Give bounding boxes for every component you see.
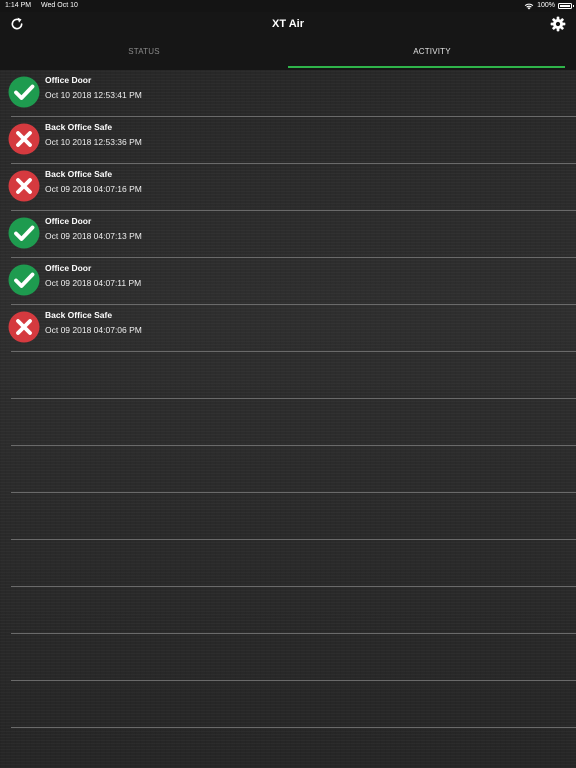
wifi-icon bbox=[524, 3, 534, 9]
list-item[interactable]: Back Office Safe Oct 09 2018 04:07:16 PM bbox=[0, 164, 576, 211]
activity-timestamp: Oct 09 2018 04:07:16 PM bbox=[45, 184, 142, 194]
x-icon bbox=[8, 123, 40, 155]
tab-status[interactable]: STATUS bbox=[0, 38, 288, 70]
activity-timestamp: Oct 10 2018 12:53:36 PM bbox=[45, 137, 142, 147]
app-title: XT Air bbox=[272, 18, 304, 30]
status-bar-left: 1:14 PM Wed Oct 10 bbox=[5, 0, 86, 12]
activity-timestamp: Oct 09 2018 04:07:11 PM bbox=[45, 278, 142, 288]
list-item[interactable]: Back Office Safe Oct 09 2018 04:07:06 PM bbox=[0, 305, 576, 352]
status-bar-right: 100% bbox=[524, 0, 574, 12]
empty-row bbox=[0, 587, 576, 634]
empty-row bbox=[0, 493, 576, 540]
battery-icon bbox=[558, 3, 574, 9]
activity-title: Office Door bbox=[45, 216, 92, 226]
empty-row bbox=[0, 634, 576, 681]
empty-row bbox=[0, 540, 576, 587]
gear-icon[interactable] bbox=[550, 16, 566, 32]
list-item[interactable]: Office Door Oct 09 2018 04:07:11 PM bbox=[0, 258, 576, 305]
activity-timestamp: Oct 10 2018 12:53:41 PM bbox=[45, 90, 142, 100]
activity-list: Office Door Oct 10 2018 12:53:41 PM Back… bbox=[0, 70, 576, 728]
tab-bar: STATUS ACTIVITY bbox=[0, 38, 576, 70]
status-time: 1:14 PM bbox=[5, 2, 32, 9]
battery-percent: 100% bbox=[537, 2, 555, 9]
app-header: XT Air bbox=[0, 12, 576, 38]
activity-title: Back Office Safe bbox=[45, 169, 113, 179]
list-item[interactable]: Office Door Oct 09 2018 04:07:13 PM bbox=[0, 211, 576, 258]
activity-timestamp: Oct 09 2018 04:07:06 PM bbox=[45, 325, 142, 335]
x-icon bbox=[8, 170, 40, 202]
empty-row bbox=[0, 399, 576, 446]
empty-row bbox=[0, 352, 576, 399]
x-icon bbox=[8, 311, 40, 343]
active-tab-indicator bbox=[288, 66, 565, 68]
list-item[interactable]: Back Office Safe Oct 10 2018 12:53:36 PM bbox=[0, 117, 576, 164]
empty-row bbox=[0, 681, 576, 728]
activity-title: Back Office Safe bbox=[45, 310, 113, 320]
activity-title: Office Door bbox=[45, 75, 92, 85]
check-icon bbox=[8, 264, 40, 296]
check-icon bbox=[8, 76, 40, 108]
activity-title: Office Door bbox=[45, 263, 92, 273]
status-date: Wed Oct 10 bbox=[41, 2, 78, 9]
check-icon bbox=[8, 217, 40, 249]
status-bar: 1:14 PM Wed Oct 10 100% bbox=[0, 0, 576, 12]
activity-title: Back Office Safe bbox=[45, 122, 113, 132]
activity-timestamp: Oct 09 2018 04:07:13 PM bbox=[45, 231, 142, 241]
empty-row bbox=[0, 446, 576, 493]
list-item[interactable]: Office Door Oct 10 2018 12:53:41 PM bbox=[0, 70, 576, 117]
